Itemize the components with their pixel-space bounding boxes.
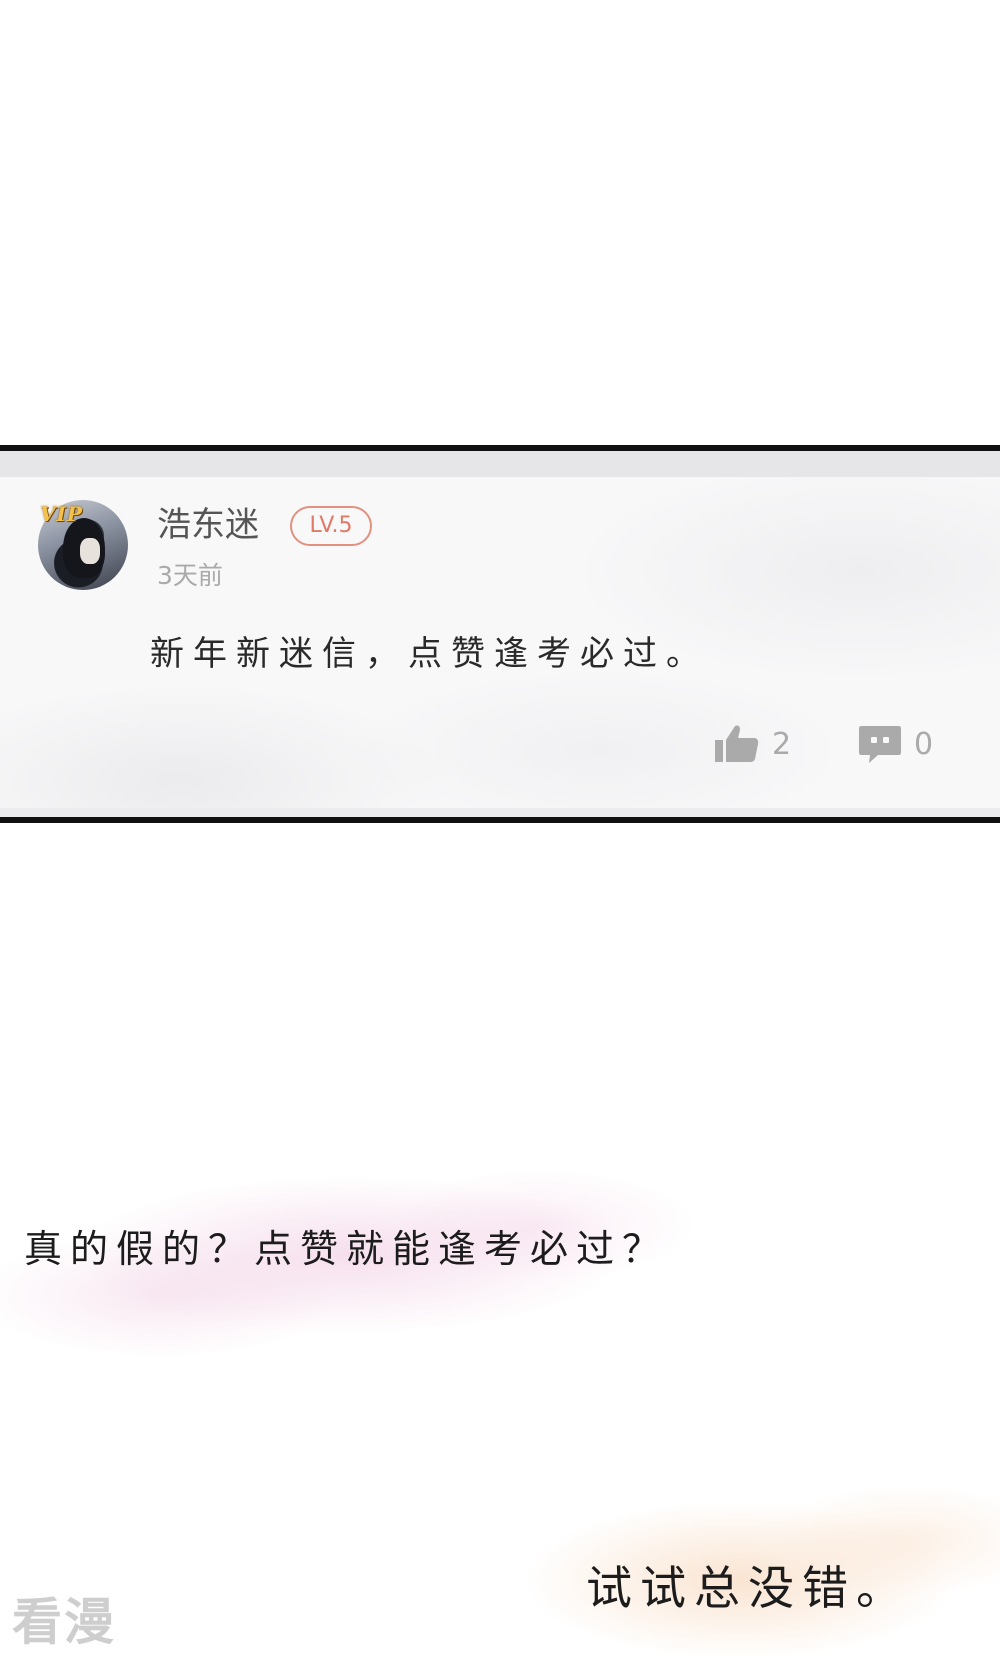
level-badge: LV.5 bbox=[290, 506, 372, 546]
thumbs-up-icon[interactable] bbox=[715, 724, 759, 764]
panel-border-top bbox=[0, 445, 1000, 451]
vip-badge: VIP bbox=[40, 502, 83, 526]
comment-timestamp: 3天前 bbox=[157, 561, 223, 590]
reply-count: 0 bbox=[914, 727, 934, 762]
like-count: 2 bbox=[772, 727, 792, 762]
avatar-face bbox=[80, 538, 100, 564]
watermark-logo: 看漫 bbox=[12, 1593, 116, 1651]
comment-card-header-strip bbox=[0, 451, 1000, 477]
comment-bubble-icon[interactable] bbox=[858, 724, 902, 764]
comment-text: 新年新迷信，点赞逢考必过。 bbox=[150, 634, 709, 674]
panel-border-bottom bbox=[0, 817, 1000, 823]
caption-question: 真的假的？点赞就能逢考必过？ bbox=[24, 1227, 669, 1271]
username[interactable]: 浩东迷 bbox=[157, 505, 259, 545]
caption-answer: 试试总没错。 bbox=[586, 1561, 910, 1615]
comment-card-footer-strip bbox=[0, 808, 1000, 817]
